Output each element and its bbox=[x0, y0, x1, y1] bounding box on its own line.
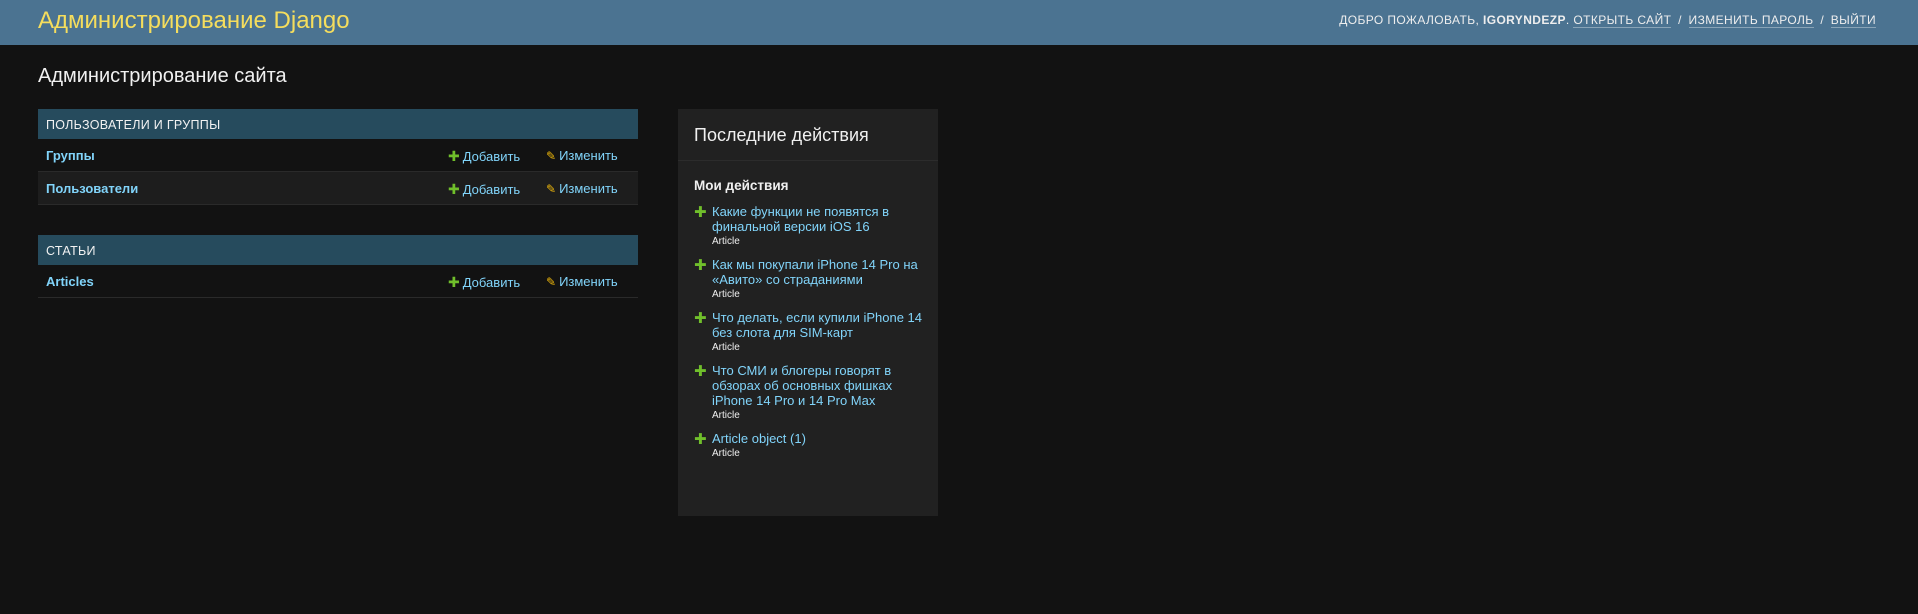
site-branding[interactable]: Администрирование Django bbox=[38, 7, 350, 35]
plus-icon: ✚ bbox=[694, 310, 707, 327]
separator: / bbox=[1820, 13, 1825, 27]
plus-icon: ✚ bbox=[694, 363, 707, 380]
module-auth: Пользователи и группы Группы ✚ Добавить ✎… bbox=[38, 109, 638, 205]
add-articles-button[interactable]: ✚ Добавить bbox=[448, 274, 520, 291]
recent-action-item: ✚ Что СМИ и блогеры говорят в обзорах об… bbox=[694, 363, 922, 421]
change-label: Изменить bbox=[559, 181, 618, 196]
plus-icon: ✚ bbox=[694, 204, 707, 221]
pencil-icon: ✎ bbox=[546, 149, 557, 163]
recent-action-item: ✚ Что делать, если купили iPhone 14 без … bbox=[694, 310, 922, 353]
recent-action-link[interactable]: Какие функции не появятся в финальной ве… bbox=[712, 204, 922, 234]
recent-action-link[interactable]: Как мы покупали iPhone 14 Pro на «Авито»… bbox=[712, 257, 922, 287]
recent-action-item: ✚ Article object (1) Article bbox=[694, 431, 922, 459]
pencil-icon: ✎ bbox=[546, 275, 557, 289]
plus-icon: ✚ bbox=[448, 274, 460, 290]
model-link-users[interactable]: Пользователи bbox=[46, 181, 138, 196]
recent-action-type: Article bbox=[712, 410, 740, 421]
page-title: Администрирование сайта bbox=[38, 65, 287, 87]
recent-action-type: Article bbox=[712, 289, 740, 300]
username: IGORYNDEZP bbox=[1482, 13, 1566, 27]
change-label: Изменить bbox=[559, 274, 618, 289]
module-articles: Статьи Articles ✚ Добавить ✎ Изменить bbox=[38, 235, 638, 298]
recent-action-link[interactable]: Что делать, если купили iPhone 14 без сл… bbox=[712, 310, 922, 340]
model-link-articles[interactable]: Articles bbox=[46, 274, 94, 289]
recent-action-link[interactable]: Article object (1) bbox=[712, 431, 922, 446]
add-users-button[interactable]: ✚ Добавить bbox=[448, 181, 520, 198]
change-label: Изменить bbox=[559, 148, 618, 163]
model-row-groups: Группы ✚ Добавить ✎ Изменить bbox=[38, 139, 638, 172]
add-label: Добавить bbox=[462, 182, 521, 197]
add-groups-button[interactable]: ✚ Добавить bbox=[448, 148, 520, 165]
module-caption[interactable]: Статьи bbox=[38, 235, 638, 265]
recent-action-type: Article bbox=[712, 236, 740, 247]
separator: / bbox=[1678, 13, 1682, 27]
recent-action-item: ✚ Как мы покупали iPhone 14 Pro на «Авит… bbox=[694, 257, 922, 300]
change-articles-button[interactable]: ✎ Изменить bbox=[546, 274, 618, 289]
logout-link[interactable]: Выйти bbox=[1830, 13, 1876, 28]
pencil-icon: ✎ bbox=[546, 182, 557, 196]
recent-actions-list: ✚ Какие функции не появятся в финальной … bbox=[678, 204, 938, 459]
change-groups-button[interactable]: ✎ Изменить bbox=[546, 148, 618, 163]
my-actions-subtitle: Мои действия bbox=[694, 178, 789, 193]
change-password-link[interactable]: Изменить пароль bbox=[1688, 13, 1814, 28]
view-site-link[interactable]: Открыть сайт bbox=[1573, 13, 1672, 28]
plus-icon: ✚ bbox=[694, 431, 707, 448]
change-users-button[interactable]: ✎ Изменить bbox=[546, 181, 618, 196]
recent-action-type: Article bbox=[712, 342, 740, 353]
plus-icon: ✚ bbox=[448, 148, 460, 164]
model-row-articles: Articles ✚ Добавить ✎ Изменить bbox=[38, 265, 638, 298]
model-row-users: Пользователи ✚ Добавить ✎ Изменить bbox=[38, 172, 638, 205]
recent-actions-panel: Последние действия Мои действия ✚ Какие … bbox=[678, 109, 938, 516]
add-label: Добавить bbox=[462, 275, 521, 290]
recent-action-item: ✚ Какие функции не появятся в финальной … bbox=[694, 204, 922, 247]
model-link-groups[interactable]: Группы bbox=[46, 148, 95, 163]
recent-action-type: Article bbox=[712, 448, 740, 459]
plus-icon: ✚ bbox=[448, 181, 460, 197]
module-caption[interactable]: Пользователи и группы bbox=[38, 109, 638, 139]
add-label: Добавить bbox=[462, 149, 521, 164]
plus-icon: ✚ bbox=[694, 257, 707, 274]
recent-action-link[interactable]: Что СМИ и блогеры говорят в обзорах об о… bbox=[712, 363, 922, 408]
header-bar: Администрирование Django Добро пожаловат… bbox=[0, 0, 1918, 45]
user-tools: Добро пожаловать, IGORYNDEZP. Открыть са… bbox=[1339, 13, 1876, 28]
welcome-text: Добро пожаловать, bbox=[1339, 13, 1480, 27]
recent-actions-title: Последние действия bbox=[678, 109, 938, 161]
